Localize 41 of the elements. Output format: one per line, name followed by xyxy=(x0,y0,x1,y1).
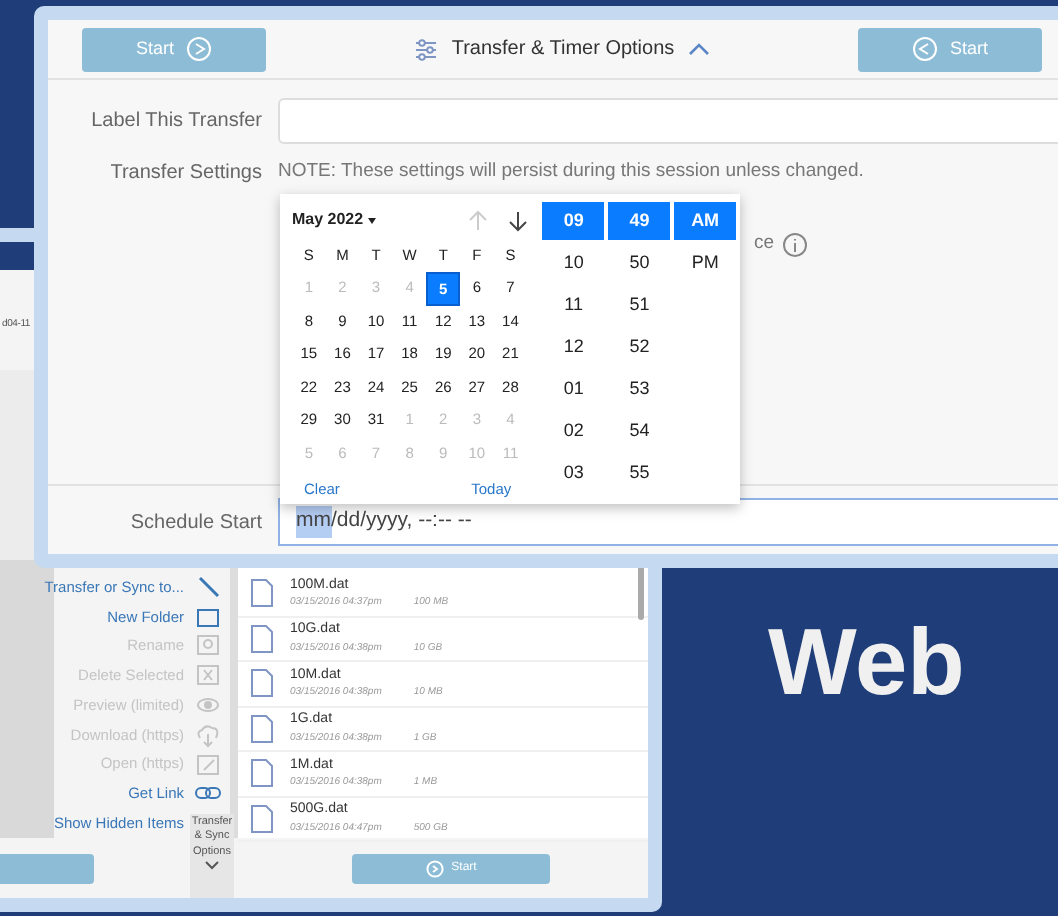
time-option[interactable]: 09 xyxy=(542,202,605,240)
field-label: Schedule Start xyxy=(128,509,264,537)
play-circle-icon xyxy=(186,36,212,62)
time-option[interactable]: 49 xyxy=(608,202,671,240)
time-option[interactable]: 55 xyxy=(608,454,671,492)
field-label: Transfer Settings xyxy=(108,160,264,188)
play-circle-icon xyxy=(425,860,444,878)
file-icon xyxy=(250,803,274,834)
time-option[interactable]: 51 xyxy=(608,286,671,324)
month-dropdown[interactable]: May 2022 xyxy=(292,208,364,232)
arrow-up-icon xyxy=(467,209,488,231)
chevron-down-icon xyxy=(204,860,220,871)
time-option[interactable]: 01 xyxy=(542,370,605,408)
file-icon xyxy=(250,758,274,789)
option-text: ce xyxy=(754,230,775,259)
time-option[interactable]: 02 xyxy=(542,412,605,450)
dialog-title: Transfer & Timer Options xyxy=(451,36,675,64)
file-icon xyxy=(250,623,274,654)
time-option[interactable]: AM xyxy=(674,202,736,240)
sliders-icon xyxy=(413,37,438,61)
file-icon xyxy=(250,668,274,699)
time-option[interactable]: 52 xyxy=(608,328,671,366)
note-text: NOTE: These settings will persist during this session unless changed. xyxy=(278,158,864,186)
arrow-down-icon xyxy=(507,209,528,231)
time-option[interactable]: 50 xyxy=(608,244,671,282)
caption-text: Web xyxy=(768,614,965,708)
field-label: Label This Transfer xyxy=(89,108,264,136)
back-circle-icon xyxy=(911,36,938,62)
date-time-field[interactable]: mm/dd/yyyy, --:-- -- xyxy=(278,498,1058,546)
info-icon xyxy=(782,231,809,258)
file-icon xyxy=(250,713,274,744)
time-option[interactable]: PM xyxy=(674,244,736,282)
time-option[interactable]: 10 xyxy=(542,244,605,282)
time-option[interactable]: 03 xyxy=(542,454,605,492)
time-option[interactable]: 11 xyxy=(542,286,605,324)
button[interactable] xyxy=(0,854,94,884)
time-option[interactable]: 53 xyxy=(608,370,671,408)
text-field[interactable] xyxy=(278,98,1058,144)
time-option[interactable]: 12 xyxy=(542,328,605,366)
file-icon xyxy=(250,578,274,609)
time-option[interactable]: 54 xyxy=(608,412,671,450)
